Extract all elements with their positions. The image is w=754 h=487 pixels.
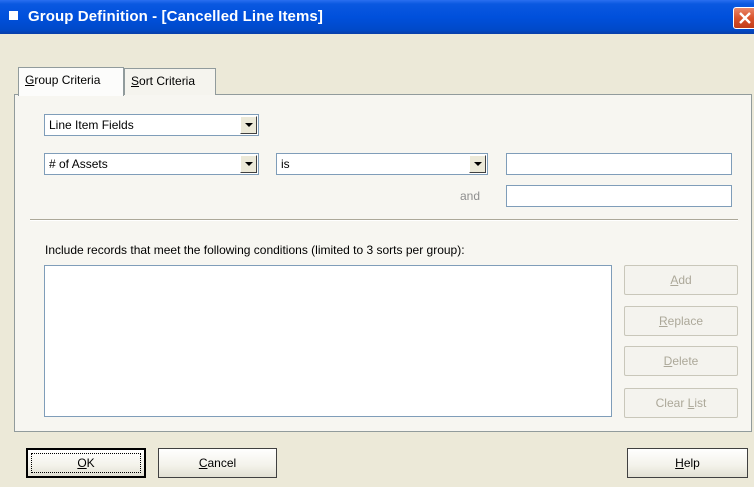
tab-label: ort Criteria — [139, 74, 196, 88]
tab-label-mnemonic: G — [25, 73, 35, 87]
replace-label: eplace — [667, 314, 704, 328]
close-icon — [739, 12, 751, 24]
window-title: Group Definition - [Cancelled Line Items… — [28, 8, 323, 25]
chevron-down-icon[interactable] — [240, 155, 257, 173]
field-select[interactable]: # of Assets — [44, 153, 259, 175]
separator — [30, 219, 738, 221]
add-button[interactable]: Add — [624, 265, 738, 295]
clear-list-button[interactable]: Clear List — [624, 388, 738, 418]
field-category-select[interactable]: Line Item Fields — [44, 114, 259, 136]
conditions-list[interactable] — [44, 265, 612, 417]
cancel-label: ancel — [207, 456, 237, 470]
ok-button[interactable]: OK — [26, 448, 146, 478]
add-label: dd — [678, 273, 692, 287]
chevron-down-icon[interactable] — [469, 155, 486, 173]
focus-rect — [31, 453, 141, 473]
replace-button[interactable]: Replace — [624, 306, 738, 336]
field-category-value: Line Item Fields — [49, 118, 134, 132]
conditions-label: Include records that meet the following … — [45, 243, 465, 257]
tab-label: roup Criteria — [34, 73, 101, 87]
field-value: # of Assets — [49, 157, 108, 171]
delete-button[interactable]: Delete — [624, 346, 738, 376]
chevron-down-icon[interactable] — [240, 116, 257, 134]
window-icon — [9, 11, 18, 20]
cancel-button[interactable]: Cancel — [158, 448, 277, 478]
delete-label: elete — [672, 354, 699, 368]
title-bar[interactable]: Group Definition - [Cancelled Line Items… — [0, 0, 754, 34]
tab-sort-criteria[interactable]: Sort Criteria — [124, 68, 216, 95]
operator-value: is — [281, 157, 290, 171]
help-mnemonic: H — [675, 456, 684, 470]
delete-mnemonic: D — [663, 354, 673, 368]
value2-input[interactable] — [506, 185, 732, 207]
clear-list-label: Clear — [655, 396, 688, 410]
close-button[interactable] — [733, 7, 754, 29]
help-label: elp — [683, 456, 700, 470]
tab-group-criteria[interactable]: Group Criteria — [18, 67, 124, 96]
clear-list-label-rest: ist — [694, 396, 707, 410]
operator-select[interactable]: is — [276, 153, 488, 175]
and-label: and — [460, 189, 481, 203]
replace-mnemonic: R — [658, 314, 668, 328]
help-button[interactable]: Help — [627, 448, 748, 478]
tab-label-mnemonic: S — [131, 74, 140, 88]
value1-input[interactable] — [506, 153, 732, 175]
